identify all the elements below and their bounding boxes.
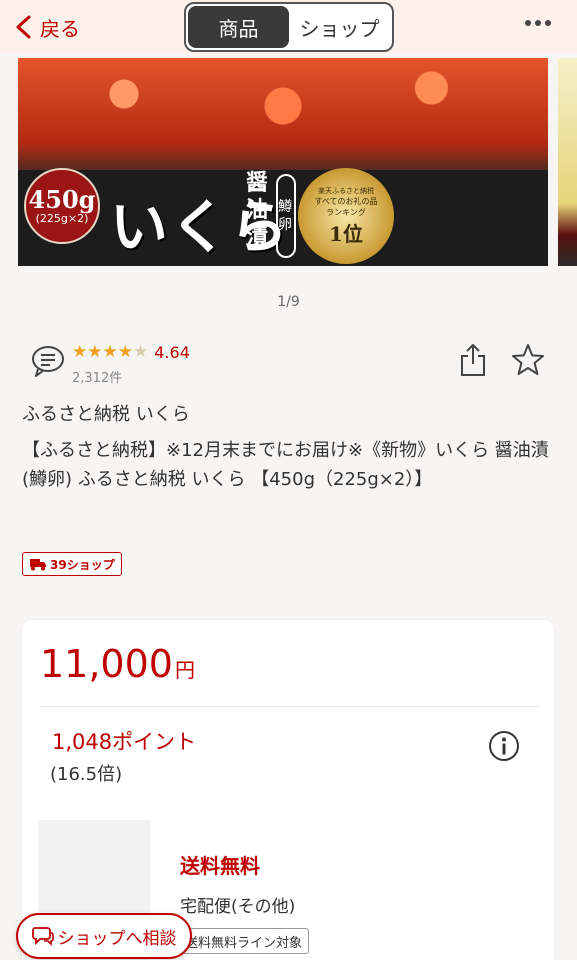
rating-value: 4.64	[154, 343, 190, 362]
weight-badge: 450g (225g×2)	[24, 168, 100, 244]
product-title: 【ふるさと納税】※12月末までにお届け※《新物》いくら 醤油漬 (鱒卵) ふるさ…	[22, 440, 549, 490]
ranking-medal: 楽天ふるさと納税 すべてのお礼の品 ランキング 1位	[298, 168, 394, 264]
ikura-bowl-photo	[18, 58, 548, 178]
top-nav-bar: 戻る 商品 ショップ	[0, 0, 577, 54]
price-currency: 円	[174, 658, 195, 682]
shipping-badge-label: 39ショップ	[50, 557, 115, 572]
star-icon: ★	[72, 342, 88, 362]
consult-label: ショップへ相談	[57, 928, 177, 949]
medal-line2: すべてのお礼の品	[314, 196, 378, 206]
medal-rank: 1位	[329, 221, 363, 246]
star-icon: ★	[117, 342, 133, 362]
product-image[interactable]: 450g (225g×2) いくら 醤油漬 鱒卵 楽天ふるさと納税 すべてのお礼…	[18, 58, 548, 266]
product-shop-toggle: 商品 ショップ	[184, 2, 394, 52]
points-earned: 1,048ポイント	[52, 730, 197, 754]
tab-product[interactable]: 商品	[188, 6, 289, 48]
more-dots-icon[interactable]	[525, 20, 551, 26]
review-chat-icon[interactable]	[30, 344, 66, 378]
star-half-icon: ★	[133, 342, 149, 362]
next-image-peek[interactable]	[558, 58, 577, 266]
consult-shop-button[interactable]: ショップへ相談	[16, 913, 192, 959]
banner-variety: 鱒卵	[276, 174, 296, 258]
shipping-badge: 39ショップ	[22, 552, 122, 576]
divider	[40, 706, 540, 707]
tab-shop[interactable]: ショップ	[289, 6, 390, 48]
star-icon: ★	[87, 342, 103, 362]
weight-detail-text: (225g×2)	[35, 211, 89, 225]
chevron-left-icon	[16, 15, 31, 39]
weight-text: 450g	[28, 184, 96, 214]
price-card: 11,000 円 1,048ポイント (16.5倍) 送料無料 宅配便(その他)…	[22, 620, 554, 960]
chat-bubble-icon	[31, 927, 54, 946]
share-icon[interactable]	[458, 342, 488, 378]
shop-name-link[interactable]: ふるさと納税 いくら	[22, 400, 190, 426]
info-icon[interactable]	[488, 730, 520, 762]
price: 11,000 円	[40, 642, 195, 686]
image-pager: 1/9	[277, 294, 300, 310]
favorite-star-icon[interactable]	[511, 343, 545, 377]
star-rating[interactable]: ★ ★ ★ ★ ★ 4.64	[72, 343, 190, 362]
banner-subtitle: 醤油漬	[246, 170, 269, 250]
truck-icon	[30, 559, 46, 571]
back-label: 戻る	[40, 16, 80, 41]
free-shipping-label: 送料無料	[180, 854, 260, 878]
points-multiplier: (16.5倍)	[50, 764, 123, 785]
free-shipping-line-tag: 送料無料ライン対象	[178, 928, 310, 954]
back-button[interactable]: 戻る	[14, 10, 80, 44]
medal-line3: ランキング	[326, 207, 366, 217]
price-amount: 11,000	[40, 642, 173, 686]
star-icon: ★	[102, 342, 118, 362]
medal-line1: 楽天ふるさと納税	[318, 186, 374, 195]
review-count[interactable]: 2,312件	[72, 367, 122, 386]
carrier-label: 宅配便(その他)	[180, 897, 296, 917]
